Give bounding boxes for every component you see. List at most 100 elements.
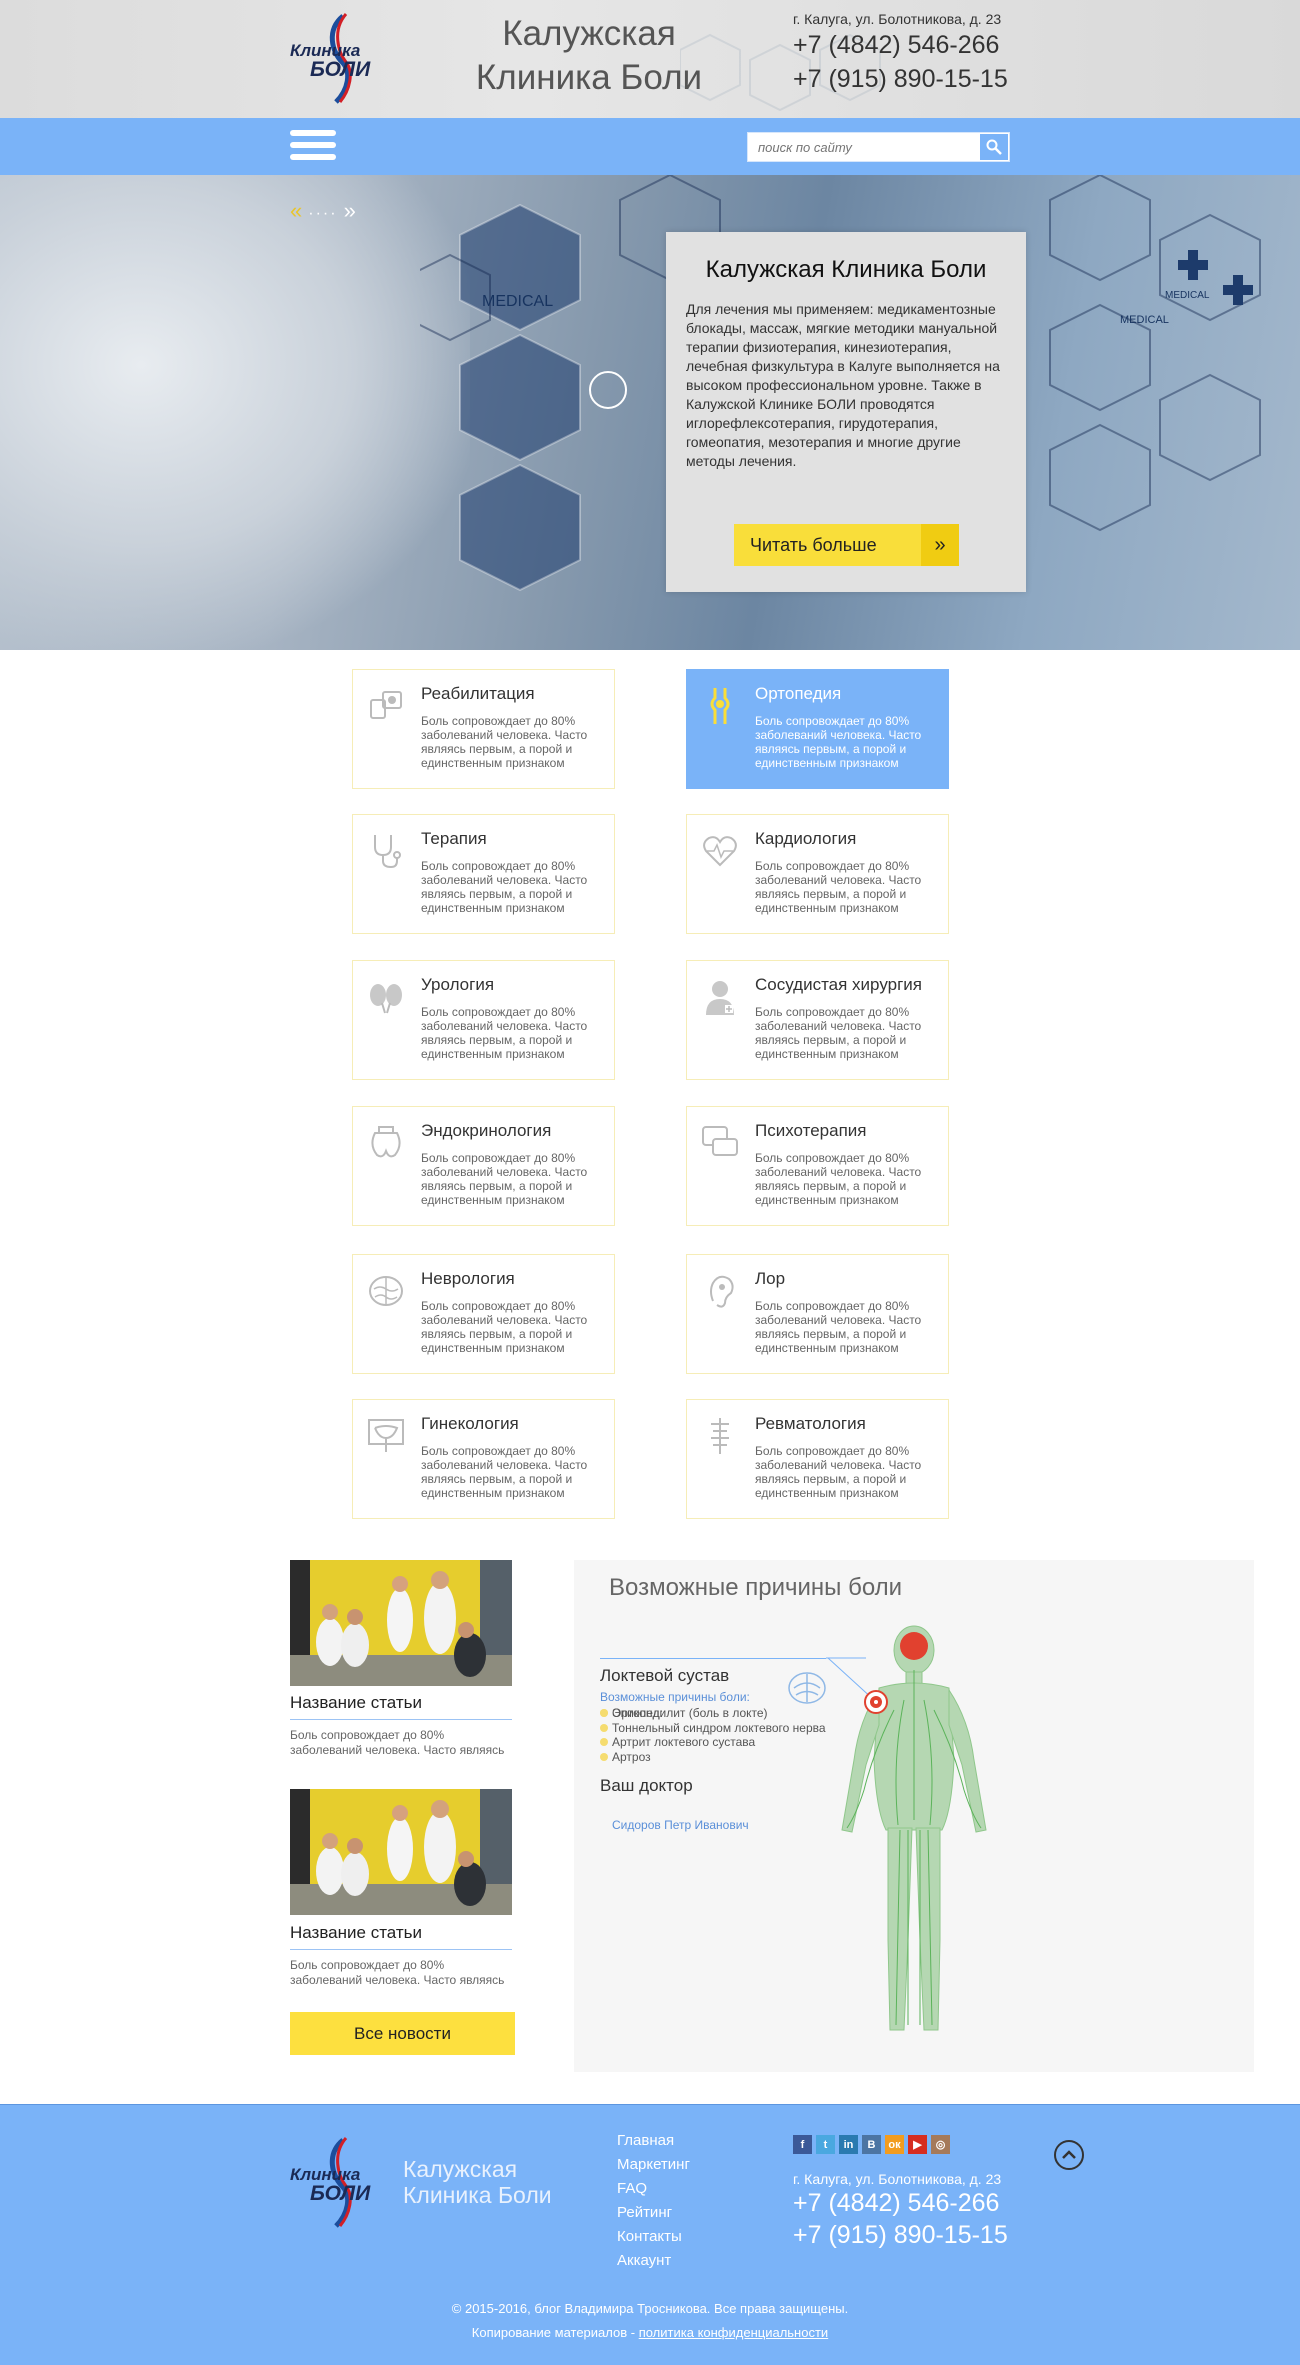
site-title: Калужская Клиника Боли [469,12,709,100]
service-card[interactable]: Эндокринология Боль сопровождает до 80% з… [352,1106,615,1226]
site-header: Клиника БОЛИ Калужская Клиника Боли г. К… [0,0,1300,118]
service-text: Боль сопровождает до 80% заболеваний чел… [755,714,922,770]
read-more-button[interactable]: Читать больше » [734,524,959,566]
footer-phone-1[interactable]: +7 (4842) 546-266 [793,2189,999,2218]
service-text: Боль сопровождает до 80% заболеваний чел… [755,1444,922,1500]
search-input[interactable] [748,133,978,161]
vk-icon[interactable]: В [862,2135,881,2154]
twitter-icon[interactable]: t [816,2135,835,2154]
svg-text:MEDICAL: MEDICAL [482,293,553,310]
service-text: Боль сопровождает до 80% заболеваний чел… [421,1005,588,1061]
footer-clinic-logo[interactable]: Клиника БОЛИ [288,2136,392,2228]
footer-menu-item-home[interactable]: Главная [617,2129,690,2153]
service-card[interactable]: Ревматология Боль сопровождает до 80% заб… [686,1399,949,1519]
service-title: Терапия [421,829,487,848]
site-title-line2: Клиника Боли [475,58,703,97]
service-text: Боль сопровождает до 80% заболеваний чел… [755,1151,922,1207]
read-more-label: Читать больше [750,534,877,555]
spine-icon [711,1418,729,1454]
svg-text:БОЛИ: БОЛИ [310,2182,371,2205]
footer-menu: Главная Маркетинг FAQ Рейтинг Контакты А… [617,2129,690,2273]
service-text: Боль сопровождает до 80% заболеваний чел… [421,1444,588,1500]
stethoscope-icon [374,835,401,869]
ear-icon [710,1275,734,1308]
footer-menu-item-faq[interactable]: FAQ [617,2177,690,2201]
social-links: f t in Вок ▶ ◎ [793,2135,950,2154]
service-title: Эндокринология [421,1121,552,1140]
knee-joint-icon [710,688,730,724]
hero-card-title: Калужская Клиника Боли [705,256,987,283]
chevron-up-circle-icon[interactable] [1054,2140,1084,2170]
service-title: Лор [755,1269,786,1288]
heart-pulse-icon [703,836,737,867]
news-title[interactable]: Название статьи [290,1693,512,1720]
uterus-icon [368,1419,404,1452]
footer-menu-item-contacts[interactable]: Контакты [617,2225,690,2249]
svg-text:MEDICAL: MEDICAL [1120,314,1169,326]
doctors-photo [290,1560,512,1686]
slider-controls: « ···· » [290,198,356,224]
copyright-text: © 2015-2016, блог Владимира Тросникова. … [451,2301,849,2316]
double-chevron-left-icon[interactable]: « [290,198,302,223]
chevron-up-icon [1062,2150,1076,2159]
service-card[interactable]: Психотерапия Боль сопровождает до 80% заб… [686,1106,949,1226]
privacy-policy-link[interactable]: политика конфиденциальности [639,2325,828,2340]
clinic-logo[interactable]: Клиника БОЛИ [288,12,392,104]
header-phone-2[interactable]: +7 (915) 890-15-15 [793,62,1033,96]
surgeon-icon [706,981,734,1015]
header-address: г. Калуга, ул. Болотникова, д. 23 [793,11,1002,27]
body-nervous-system-illustration[interactable] [574,1560,1254,2072]
news-image[interactable] [290,1789,512,1915]
header-contacts: г. Калуга, ул. Болотникова, д. 23 +7 (48… [793,10,1033,96]
footer-site-title: Калужская Клиника Боли [403,2156,552,2208]
service-card[interactable]: Ортопедия Боль сопровождает до 80% заболе… [686,669,949,789]
thyroid-icon [371,1126,401,1158]
service-card[interactable]: Реабилитация Боль сопровождает до 80% заб… [352,669,615,789]
service-card[interactable]: Урология Боль сопровождает до 80% заболев… [352,960,615,1080]
kidneys-icon [370,984,402,1014]
footer-menu-item-rating[interactable]: Рейтинг [617,2201,690,2225]
service-card[interactable]: Неврология Боль сопровождает до 80% забол… [352,1254,615,1374]
service-text: Боль сопровождает до 80% заболеваний чел… [421,1299,588,1355]
news-image[interactable] [290,1560,512,1686]
footer-menu-item-account[interactable]: Аккаунт [617,2249,690,2273]
search-button[interactable] [980,134,1008,160]
youtube-icon[interactable]: ▶ [908,2135,927,2154]
service-title: Неврология [421,1269,515,1288]
hero-card-text: Для лечения мы применяем: медикаментозны… [686,301,1000,469]
service-title: Урология [421,975,495,994]
all-news-button[interactable]: Все новости [290,2012,515,2055]
odnoklassniki-icon[interactable]: ок [885,2135,904,2154]
magnifier-icon [986,139,1002,155]
search-box [747,132,1010,162]
service-title: Ортопедия [755,684,842,703]
service-title: Психотерапия [755,1121,867,1140]
doctors-photo [290,1789,512,1915]
service-title: Кардиология [755,829,857,848]
service-text: Боль сопровождает до 80% заболеваний чел… [755,1299,922,1355]
linkedin-icon[interactable]: in [839,2135,858,2154]
rehab-device-icon [370,691,402,719]
service-card[interactable]: Сосудистая хирургия Боль сопровождает до … [686,960,949,1080]
header-phone-1[interactable]: +7 (4842) 546-266 [793,28,1033,62]
slider-dots[interactable]: ···· [308,205,337,222]
news-title[interactable]: Название статьи [290,1923,512,1950]
hamburger-menu-icon[interactable] [290,130,336,164]
footer-phone-2[interactable]: +7 (915) 890-15-15 [793,2221,1008,2250]
facebook-icon[interactable]: f [793,2135,812,2154]
service-card[interactable]: Лор Боль сопровождает до 80% заболеваний … [686,1254,949,1374]
service-card[interactable]: Гинекология Боль сопровождает до 80% забо… [352,1399,615,1519]
navbar [0,118,1300,175]
site-title-line1: Калужская [502,14,676,53]
brain-highlight[interactable] [900,1632,928,1660]
hero-card: Калужская Клиника Боли Для лечения мы пр… [666,232,1026,592]
service-title: Реабилитация [421,684,535,703]
double-chevron-right-icon[interactable]: » [344,198,356,223]
footer-address: г. Калуга, ул. Болотникова, д. 23 [793,2171,1002,2187]
service-card[interactable]: Кардиология Боль сопровождает до 80% забо… [686,814,949,934]
elbow-target-center [874,1700,878,1704]
instagram-icon[interactable]: ◎ [931,2135,950,2154]
double-chevron-right-icon: » [921,524,959,566]
service-card[interactable]: Терапия Боль сопровождает до 80% заболева… [352,814,615,934]
footer-menu-item-marketing[interactable]: Маркетинг [617,2153,690,2177]
